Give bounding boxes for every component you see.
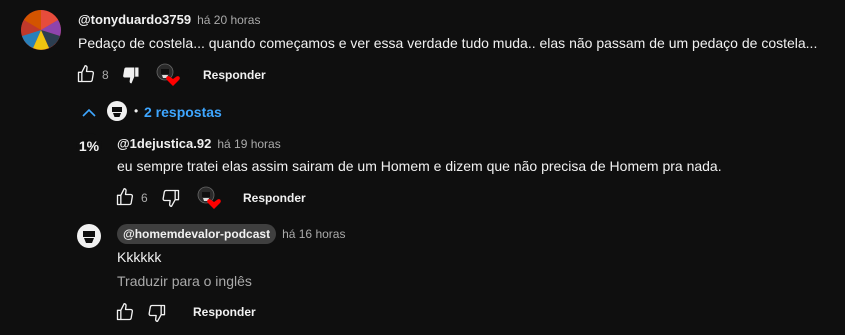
reply-like-count: 6 xyxy=(141,191,148,205)
reply-dislike-button[interactable] xyxy=(161,188,181,208)
reply-button[interactable]: Responder xyxy=(203,68,266,82)
reply-time[interactable]: há 16 horas xyxy=(282,227,345,241)
creator-heart-badge xyxy=(156,63,182,87)
thumbs-down-filled-icon xyxy=(123,67,139,84)
dot-separator: • xyxy=(134,104,139,118)
reply-reply-button[interactable]: Responder xyxy=(243,191,306,205)
chevron-up-icon xyxy=(82,108,96,117)
commenter-avatar[interactable] xyxy=(21,10,61,50)
like-button[interactable] xyxy=(76,64,96,84)
channel-owner-badge[interactable]: @homemdevalor-podcast xyxy=(117,224,277,244)
reply-like-button[interactable] xyxy=(115,187,135,207)
dislike-button[interactable] xyxy=(121,65,141,85)
reply-dislike-button[interactable] xyxy=(147,303,167,323)
creator-heart-badge xyxy=(197,186,223,210)
channel-avatar-small xyxy=(107,101,127,121)
thumbs-up-icon xyxy=(116,188,134,206)
replies-count-link[interactable]: 2 respostas xyxy=(144,104,222,120)
comment-time[interactable]: há 20 horas xyxy=(197,13,260,27)
thumbs-down-icon xyxy=(148,304,166,322)
reply-like-button[interactable] xyxy=(115,302,135,322)
reply-text: Kkkkkk xyxy=(117,249,162,265)
thumbs-up-icon xyxy=(116,303,134,321)
comment-text: Pedaço de costela... quando começamos e … xyxy=(78,35,818,51)
reply-reply-button[interactable]: Responder xyxy=(193,305,256,319)
thumbs-down-icon xyxy=(162,189,180,207)
reply-author[interactable]: @1dejustica.92 xyxy=(117,136,211,151)
reply-avatar[interactable]: 1% xyxy=(76,133,102,159)
like-count: 8 xyxy=(102,68,109,82)
translate-link[interactable]: Traduzir para o inglês xyxy=(117,273,252,289)
channel-avatar[interactable] xyxy=(77,224,101,248)
reply-time[interactable]: há 19 horas xyxy=(217,137,280,151)
comment-author[interactable]: @tonyduardo3759 xyxy=(78,12,191,27)
avatar-text: 1% xyxy=(76,133,102,159)
replies-toggle[interactable]: • 2 respostas xyxy=(80,100,240,124)
thumbs-up-icon xyxy=(77,65,95,83)
reply-text: eu sempre tratei elas assim sairam de um… xyxy=(117,158,722,174)
